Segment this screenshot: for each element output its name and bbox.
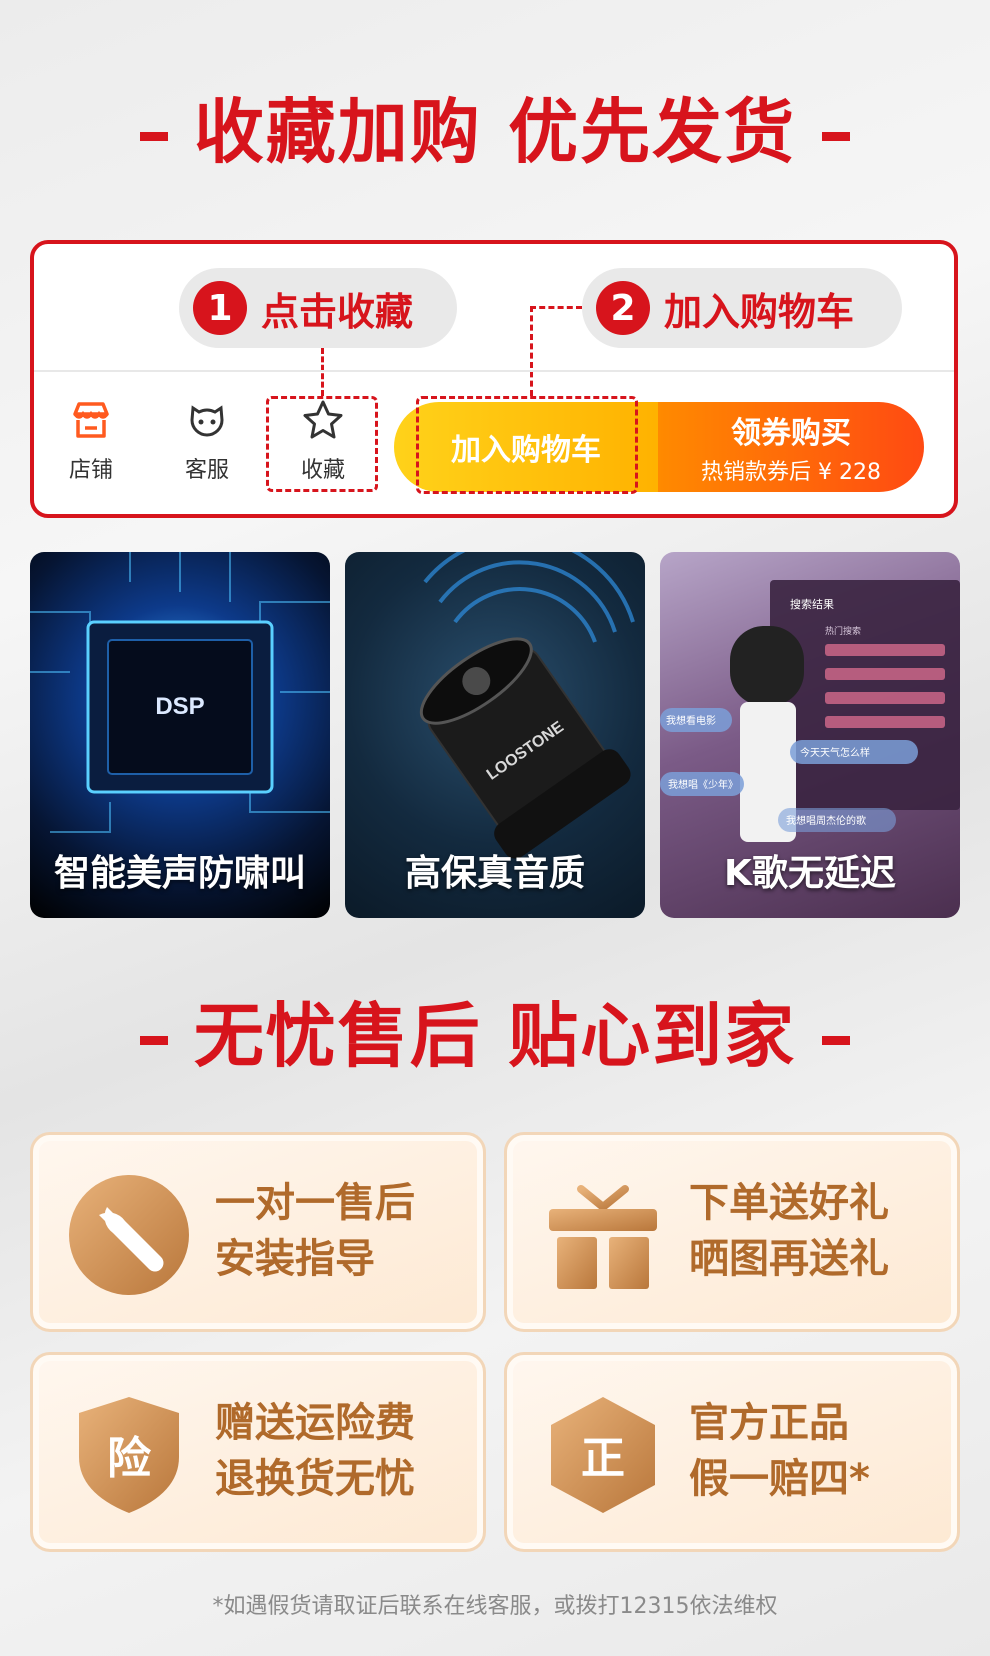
step-2-pill: 2 加入购物车 [582, 268, 902, 348]
cart-highlight-frame [416, 396, 638, 494]
service-text-genuine: 官方正品 假一赔四* [689, 1395, 870, 1507]
bubble-1: 我想看电影 [666, 714, 716, 727]
service-card-gift: 下单送好礼 晒图再送礼 [504, 1132, 960, 1332]
service-text-install: 一对一售后 安装指导 [215, 1175, 415, 1287]
service-card-insurance: 险 赠送运险费 退换货无忧 [30, 1352, 486, 1552]
nav-store-label: 店铺 [68, 458, 113, 483]
bubble-4: 我想唱周杰伦的歌 [786, 814, 866, 827]
hexagon-icon: 正 [551, 1397, 655, 1513]
chip-text: DSP [155, 693, 204, 720]
nav-store-button[interactable]: 店铺 [36, 394, 146, 484]
feature-card-karaoke: 搜索结果 热门搜索 我想看电影 今天天气怎么样 我想唱《少年》 我想唱周杰伦的歌… [660, 552, 960, 918]
step-2-number: 2 [596, 281, 650, 335]
gift-icon [549, 1185, 657, 1289]
service-line2: 假一赔四* [689, 1456, 870, 1502]
wrench-icon [69, 1175, 189, 1295]
section-title-favorite: 收藏加购 优先发货 [0, 76, 990, 177]
step-2-label: 加入购物车 [664, 289, 855, 334]
nav-service-button[interactable]: 客服 [152, 394, 262, 484]
connector-step1 [321, 348, 324, 396]
step-1-pill: 1 点击收藏 [179, 268, 457, 348]
screen-title: 搜索结果 [790, 597, 834, 611]
coupon-buy-button[interactable]: 领券购买 热销款券后 ¥ 228 [658, 402, 924, 492]
feature-label-dsp: 智能美声防啸叫 [53, 853, 306, 894]
title-dash-right [822, 1036, 851, 1046]
genuine-badge-text: 正 [581, 1433, 625, 1484]
feature-label-karaoke: K歌无延迟 [724, 853, 896, 894]
coupon-price-label: 热销款券后 ¥ 228 [701, 460, 881, 485]
step-1-label: 点击收藏 [261, 289, 414, 334]
shield-icon: 险 [79, 1397, 179, 1513]
service-line1: 一对一售后 [215, 1180, 415, 1226]
step-1-number: 1 [193, 281, 247, 335]
store-icon [36, 394, 146, 446]
favorite-highlight-frame [266, 396, 378, 492]
service-line1: 下单送好礼 [689, 1180, 889, 1226]
bubble-2: 今天天气怎么样 [800, 746, 870, 759]
connector-step2-h [530, 306, 582, 309]
shop-demo-panel: 1 点击收藏 2 加入购物车 店铺 客服 收藏 加入购物车 领券购买 热销款券后… [30, 240, 958, 518]
feature-card-sound: LOOSTONE 高保真音质 [345, 552, 645, 918]
service-line2: 安装指导 [215, 1236, 375, 1282]
bubble-3: 我想唱《少年》 [668, 778, 738, 791]
service-line2: 退换货无忧 [215, 1456, 415, 1502]
nav-service-label: 客服 [184, 458, 229, 483]
title-dash-left [139, 1036, 168, 1046]
section-title-text: 收藏加购 优先发货 [193, 91, 797, 173]
footnote: *如遇假货请取证后联系在线客服，或拨打12315依法维权 [212, 1594, 778, 1619]
screen-subtitle: 热门搜索 [825, 625, 861, 636]
connector-step2-v [530, 306, 533, 396]
title-dash-right [822, 132, 851, 142]
divider [34, 370, 954, 372]
section-title-aftersale: 无忧售后 贴心到家 [0, 980, 990, 1081]
service-text-insurance: 赠送运险费 退换货无忧 [215, 1395, 415, 1507]
service-card-genuine: 正 官方正品 假一赔四* [504, 1352, 960, 1552]
section-title-text: 无忧售后 贴心到家 [193, 995, 797, 1077]
service-line1: 赠送运险费 [215, 1400, 415, 1446]
coupon-buy-label: 领券购买 [731, 416, 851, 451]
service-line1: 官方正品 [689, 1400, 849, 1446]
service-icon [152, 394, 262, 446]
service-card-install: 一对一售后 安装指导 [30, 1132, 486, 1332]
service-line2: 晒图再送礼 [689, 1236, 889, 1282]
insurance-badge-text: 险 [107, 1433, 152, 1484]
service-text-gift: 下单送好礼 晒图再送礼 [689, 1175, 889, 1287]
feature-card-dsp: DSP 智能美声防啸叫 [30, 552, 330, 918]
feature-label-sound: 高保真音质 [404, 853, 585, 894]
title-dash-left [139, 132, 168, 142]
